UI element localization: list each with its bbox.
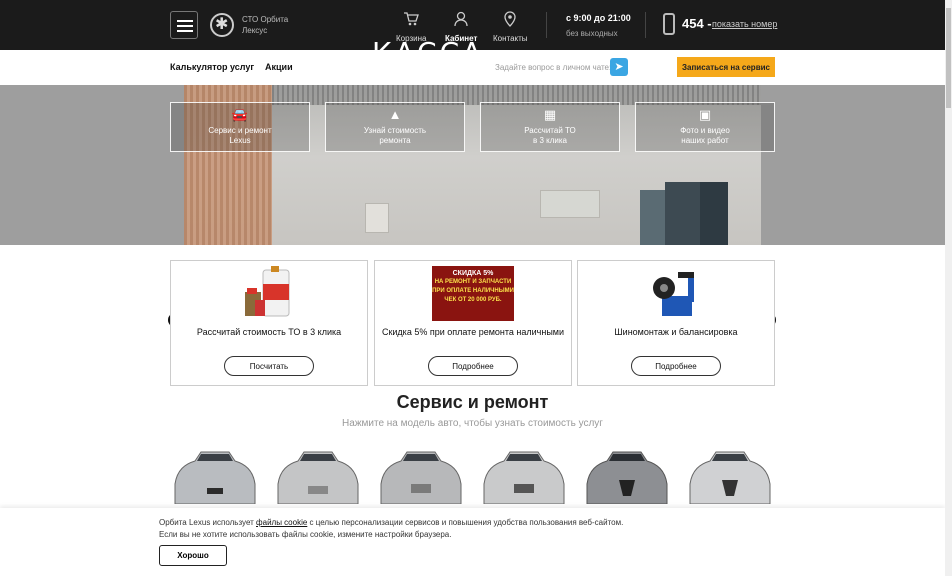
book-service-button[interactable]: Записаться на сервис bbox=[677, 57, 775, 77]
cookie-banner: Орбита Lexus использует файлы cookie с ц… bbox=[0, 508, 945, 576]
working-hours: с 9:00 до 21:00 без выходных bbox=[566, 13, 631, 38]
cookie-text: с целью персонализации сервисов и повыше… bbox=[309, 518, 624, 527]
section-subtitle: Нажмите на модель авто, чтобы узнать сто… bbox=[342, 418, 603, 429]
car-model-thumbnail[interactable] bbox=[583, 444, 671, 504]
discount-line: НА РЕМОНТ И ЗАПЧАСТИ bbox=[434, 279, 512, 285]
hero-box-calc[interactable]: ▦ Рассчитай ТО в 3 клика bbox=[480, 102, 620, 152]
car-model-thumbnail[interactable] bbox=[480, 444, 568, 504]
hero-box-line: наших работ bbox=[681, 136, 729, 145]
section-title: Сервис и ремонт bbox=[396, 392, 549, 412]
road-icon: ▲ bbox=[388, 107, 402, 122]
telegram-icon[interactable]: ➤ bbox=[610, 58, 628, 76]
scrollbar[interactable] bbox=[945, 0, 952, 576]
divider bbox=[645, 12, 646, 38]
photo-icon: ▣ bbox=[698, 107, 712, 122]
logo-icon[interactable] bbox=[210, 13, 234, 37]
car-model-thumbnail[interactable] bbox=[171, 444, 259, 504]
show-number-link[interactable]: показать номер bbox=[712, 19, 777, 29]
phone-icon bbox=[663, 13, 675, 35]
promo-card[interactable]: Шиномонтаж и балансировка Подробнее bbox=[577, 260, 775, 386]
hero-box-line: Узнай стоимость bbox=[363, 126, 427, 135]
cookie-text: Орбита Lexus использует bbox=[159, 518, 254, 527]
discount-line: ПРИ ОПЛАТЕ НАЛИЧНЫМИ bbox=[432, 288, 514, 294]
brand-line-2: Лексус bbox=[242, 26, 268, 35]
car-icon: 🚘 bbox=[231, 107, 249, 122]
cookie-policy-link[interactable]: файлы cookie bbox=[256, 518, 307, 527]
calculator-icon: ▦ bbox=[543, 107, 557, 122]
car-model-thumbnail[interactable] bbox=[686, 444, 774, 504]
car-model-thumbnail[interactable] bbox=[377, 444, 465, 504]
brand-line-1: СТО Орбита bbox=[242, 15, 289, 24]
car-model-thumbnail[interactable] bbox=[274, 444, 362, 504]
hero-box-line: Сервис и ремонт bbox=[208, 126, 272, 135]
cashier-sign: КАССА bbox=[372, 36, 485, 69]
calculate-button[interactable]: Посчитать bbox=[224, 356, 314, 376]
details-button[interactable]: Подробнее bbox=[631, 356, 721, 376]
hero-box-line: Рассчитай ТО bbox=[524, 126, 576, 135]
hero-box-line: в 3 клика bbox=[533, 136, 567, 145]
promo-card[interactable]: Рассчитай стоимость ТО в 3 клика Посчита… bbox=[170, 260, 368, 386]
cookie-accept-button[interactable]: Хорошо bbox=[159, 545, 227, 566]
promo-card[interactable]: СКИДКА 5% НА РЕМОНТ И ЗАПЧАСТИ ПРИ ОПЛАТ… bbox=[374, 260, 572, 386]
divider bbox=[546, 12, 547, 38]
promotions-link[interactable]: Акции bbox=[265, 62, 293, 72]
discount-line: ЧЕК ОТ 20 000 РУБ. bbox=[444, 297, 502, 303]
hero-box-line: Lexus bbox=[229, 136, 251, 145]
user-icon bbox=[445, 11, 477, 32]
calculator-link[interactable]: Калькулятор услуг bbox=[170, 62, 254, 72]
hours-sub: без выходных bbox=[566, 29, 618, 38]
hero-box-service[interactable]: 🚘 Сервис и ремонт Lexus bbox=[170, 102, 310, 152]
info-board bbox=[540, 190, 600, 218]
cart-icon bbox=[396, 11, 426, 32]
cookie-text-line-2: Если вы не хотите использовать файлы coo… bbox=[159, 530, 452, 539]
phone-prefix: 454 - bbox=[682, 16, 712, 31]
vending-machine bbox=[640, 190, 665, 245]
hero-side-right bbox=[761, 85, 945, 245]
location-pin-icon bbox=[493, 11, 528, 32]
hero-side-left bbox=[0, 85, 184, 245]
vending-machine bbox=[665, 182, 700, 245]
card-title: Скидка 5% при оплате ремонта наличными bbox=[381, 327, 565, 337]
hours-main: с 9:00 до 21:00 bbox=[566, 13, 631, 23]
hero-box-cost[interactable]: ▲ Узнай стоимость ремонта bbox=[325, 102, 465, 152]
hero-banner bbox=[0, 85, 945, 245]
details-button[interactable]: Подробнее bbox=[428, 356, 518, 376]
ask-question-text: Задайте вопрос в личном чате: bbox=[495, 63, 612, 72]
nav-contacts[interactable]: Контакты bbox=[493, 11, 528, 43]
wall-panel bbox=[365, 203, 389, 233]
nav-contacts-label: Контакты bbox=[493, 34, 528, 43]
hero-box-photo[interactable]: ▣ Фото и видео наших работ bbox=[635, 102, 775, 152]
hero-box-line: ремонта bbox=[379, 136, 411, 145]
menu-icon[interactable] bbox=[170, 11, 198, 39]
discount-line: СКИДКА 5% bbox=[452, 270, 494, 277]
discount-banner: СКИДКА 5% НА РЕМОНТ И ЗАПЧАСТИ ПРИ ОПЛАТ… bbox=[432, 266, 514, 321]
tire-balancer-image bbox=[648, 266, 704, 325]
brand-name[interactable]: СТО Орбита Лексус bbox=[242, 14, 288, 36]
oil-products-image bbox=[239, 266, 299, 323]
hero-box-line: Фото и видео bbox=[680, 126, 730, 135]
cookie-text-line-1: Орбита Lexus использует файлы cookie с ц… bbox=[159, 518, 623, 527]
vending-machine bbox=[700, 182, 728, 245]
card-title: Шиномонтаж и балансировка bbox=[614, 327, 738, 337]
scrollbar-thumb[interactable] bbox=[946, 8, 951, 108]
card-title: Рассчитай стоимость ТО в 3 клика bbox=[196, 327, 342, 337]
